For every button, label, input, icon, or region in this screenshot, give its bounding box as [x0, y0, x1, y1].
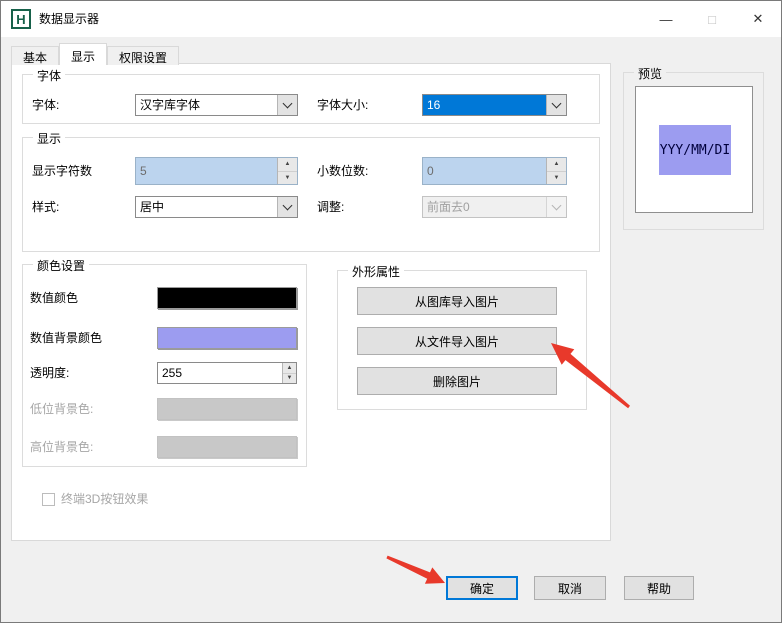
red-arrow-to-ok-button — [386, 556, 445, 584]
font-label: 字体: — [32, 94, 59, 116]
display-group-title: 显示 — [33, 130, 65, 147]
bg-color-swatch[interactable] — [157, 327, 297, 349]
title-bar: H 数据显示器 — □ ✕ — [1, 1, 781, 37]
decimal-value: 0 — [423, 158, 546, 184]
spin-up-icon: ▲ — [278, 158, 297, 171]
font-size-select[interactable]: 16 — [422, 94, 567, 116]
high-bg-color-swatch — [157, 436, 297, 458]
delete-image-button[interactable]: 删除图片 — [357, 367, 557, 395]
maximize-icon: □ — [689, 1, 735, 37]
style-label: 样式: — [32, 196, 59, 218]
char-count-value: 5 — [136, 158, 277, 184]
terminal-3d-label: 终端3D按钮效果 — [61, 488, 148, 510]
import-from-gallery-button[interactable]: 从图库导入图片 — [357, 287, 557, 315]
shape-group-title: 外形属性 — [348, 263, 404, 280]
adjust-select: 前面去0 — [422, 196, 567, 218]
spin-down-icon: ▼ — [547, 171, 566, 185]
help-button[interactable]: 帮助 — [624, 576, 694, 600]
display-group: 显示 — [22, 137, 600, 252]
chevron-down-icon — [546, 197, 566, 217]
char-count-stepper: 5 ▲ ▼ — [135, 157, 298, 185]
spin-down-icon[interactable]: ▼ — [283, 373, 296, 384]
style-select-value: 居中 — [136, 197, 277, 217]
tab-page-display: 字体 字体: 汉字库字体 字体大小: 16 显示 显示字符数 5 ▲ ▼ 小数位… — [11, 63, 611, 541]
terminal-3d-checkbox[interactable]: 终端3D按钮效果 — [42, 488, 148, 510]
font-size-value: 16 — [423, 95, 546, 115]
preview-group-title: 预览 — [634, 65, 666, 82]
value-color-label: 数值颜色 — [30, 287, 78, 309]
minimize-icon[interactable]: — — [643, 1, 689, 37]
spin-up-icon[interactable]: ▲ — [283, 363, 296, 373]
preview-sample: YYY/MM/DI — [659, 125, 731, 175]
checkbox-box[interactable] — [42, 493, 55, 506]
font-size-label: 字体大小: — [317, 94, 368, 116]
cancel-button[interactable]: 取消 — [534, 576, 606, 600]
opacity-stepper[interactable]: 255 ▲ ▼ — [157, 362, 297, 384]
decimal-label: 小数位数: — [317, 157, 368, 185]
ok-button[interactable]: 确定 — [446, 576, 518, 600]
decimal-stepper: 0 ▲ ▼ — [422, 157, 567, 185]
window-controls: — □ ✕ — [643, 1, 781, 37]
low-bg-color-swatch — [157, 398, 297, 420]
chevron-down-icon[interactable] — [277, 95, 297, 115]
close-icon[interactable]: ✕ — [735, 1, 781, 37]
bg-color-label: 数值背景颜色 — [30, 327, 102, 349]
adjust-select-value: 前面去0 — [423, 197, 546, 217]
import-from-file-button[interactable]: 从文件导入图片 — [357, 327, 557, 355]
preview-group: 预览 YYY/MM/DI — [623, 72, 764, 230]
app-icon: H — [11, 9, 31, 29]
chevron-down-icon[interactable] — [546, 95, 566, 115]
font-group-title: 字体 — [33, 67, 65, 84]
font-select-value: 汉字库字体 — [136, 95, 277, 115]
chevron-down-icon[interactable] — [277, 197, 297, 217]
tab-basic[interactable]: 基本 — [11, 46, 59, 65]
opacity-label: 透明度: — [30, 362, 69, 384]
high-bg-color-label: 高位背景色: — [30, 436, 93, 458]
style-select[interactable]: 居中 — [135, 196, 298, 218]
spin-down-icon: ▼ — [278, 171, 297, 185]
value-color-swatch[interactable] — [157, 287, 297, 309]
tab-display[interactable]: 显示 — [59, 43, 107, 65]
char-count-label: 显示字符数 — [32, 157, 92, 185]
opacity-value: 255 — [158, 363, 282, 383]
low-bg-color-label: 低位背景色: — [30, 398, 93, 420]
window-title: 数据显示器 — [39, 1, 99, 37]
spin-up-icon: ▲ — [547, 158, 566, 171]
tab-bar: 基本 显示 权限设置 — [11, 43, 179, 65]
preview-canvas: YYY/MM/DI — [635, 86, 753, 213]
tab-permission[interactable]: 权限设置 — [107, 46, 179, 65]
adjust-label: 调整: — [317, 196, 344, 218]
font-select[interactable]: 汉字库字体 — [135, 94, 298, 116]
color-group-title: 颜色设置 — [33, 257, 89, 274]
dialog-window: H 数据显示器 — □ ✕ 基本 显示 权限设置 字体 字体: 汉字库字体 字体… — [0, 0, 782, 623]
